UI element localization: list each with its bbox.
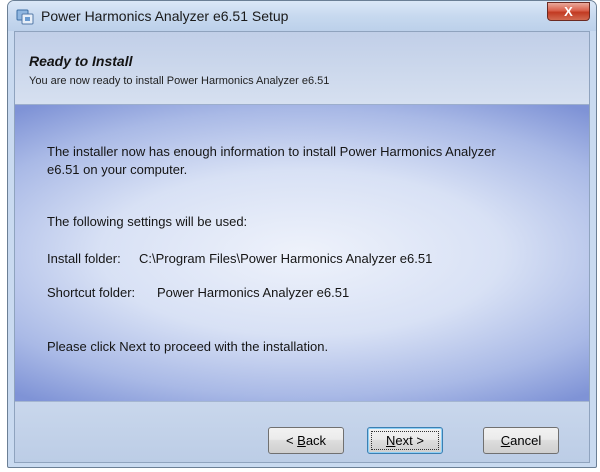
settings-intro: The following settings will be used: xyxy=(47,214,248,229)
cancel-button-mnemonic: C xyxy=(500,433,511,448)
cancel-button[interactable]: Cancel xyxy=(483,427,559,454)
focus-indicator xyxy=(371,431,439,450)
info-line-1: The installer now has enough information… xyxy=(47,144,496,159)
shortcut-folder-value: Power Harmonics Analyzer e6.51 xyxy=(157,285,350,300)
install-folder-label: Install folder: xyxy=(47,251,121,266)
title-bar[interactable]: Power Harmonics Analyzer e6.51 Setup X xyxy=(8,1,596,31)
setup-window: Power Harmonics Analyzer e6.51 Setup X R… xyxy=(7,0,597,468)
page-subtitle: You are now ready to install Power Harmo… xyxy=(29,75,330,87)
wizard-body: The installer now has enough information… xyxy=(15,105,589,401)
back-button-label: ack xyxy=(305,433,327,448)
install-folder-value: C:\Program Files\Power Harmonics Analyze… xyxy=(139,251,433,266)
proceed-instruction: Please click Next to proceed with the in… xyxy=(47,339,329,354)
page-title: Ready to Install xyxy=(29,53,133,69)
back-button-mnemonic: B xyxy=(297,433,306,448)
wizard-header: Ready to Install You are now ready to in… xyxy=(15,32,589,105)
shortcut-folder-label: Shortcut folder: xyxy=(47,285,136,300)
wizard-client-area: Ready to Install You are now ready to in… xyxy=(14,31,590,463)
installer-app-icon xyxy=(16,7,34,25)
close-icon: X xyxy=(564,4,573,19)
back-button-prefix: < xyxy=(285,433,298,448)
info-line-2: e6.51 on your computer. xyxy=(47,162,188,177)
wizard-footer: < Back Next > Cancel xyxy=(15,401,589,462)
close-button[interactable]: X xyxy=(547,2,590,21)
next-button[interactable]: Next > xyxy=(367,427,443,454)
back-button[interactable]: < Back xyxy=(268,427,344,454)
window-title: Power Harmonics Analyzer e6.51 Setup xyxy=(41,8,289,24)
cancel-button-label: ancel xyxy=(510,433,542,448)
